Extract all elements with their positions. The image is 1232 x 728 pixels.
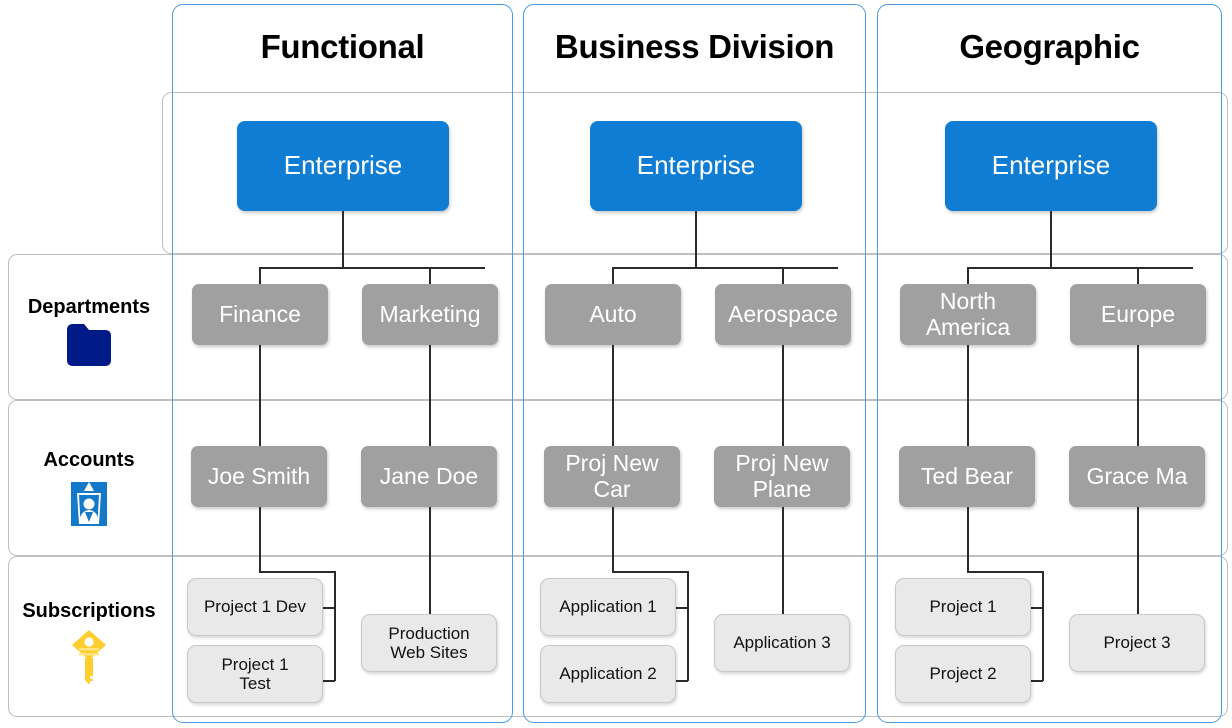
node-account-ted-bear[interactable]: Ted Bear xyxy=(899,446,1035,507)
column-title-functional: Functional xyxy=(260,28,425,65)
node-department-aerospace[interactable]: Aerospace xyxy=(715,284,851,345)
node-enterprise-business-division[interactable]: Enterprise xyxy=(590,121,802,211)
connector-ted-bus xyxy=(1042,571,1044,681)
tier-label-subscriptions: Subscriptions xyxy=(22,600,156,622)
connector-ent-down-c2 xyxy=(1050,211,1052,268)
connector-dept-drop-auto xyxy=(612,267,614,285)
connector-plane-to-app3 xyxy=(782,507,784,615)
connector-stub-p1dev xyxy=(322,607,335,609)
folder-icon xyxy=(8,322,170,370)
node-label: Application 2 xyxy=(559,664,657,684)
connector-ent-bus-c1 xyxy=(612,267,838,269)
connector-ent-down-c1 xyxy=(695,211,697,268)
node-label: Ted Bear xyxy=(920,462,1014,489)
node-label: Marketing xyxy=(379,300,481,327)
node-account-joe-smith[interactable]: Joe Smith xyxy=(191,446,327,507)
node-label: Auto xyxy=(589,300,637,327)
connector-joe-down xyxy=(259,507,261,572)
connector-dept-drop-north-america xyxy=(967,267,969,285)
node-department-europe[interactable]: Europe xyxy=(1070,284,1206,345)
connector-dept-drop-finance xyxy=(259,267,261,285)
key-icon xyxy=(8,628,170,686)
column-title-geographic: Geographic xyxy=(959,28,1140,65)
node-label: Project 1 Dev xyxy=(203,597,307,617)
node-department-north-america[interactable]: North America xyxy=(900,284,1036,345)
node-label: Jane Doe xyxy=(379,462,479,489)
connector-grace-to-project3 xyxy=(1137,507,1139,615)
node-subscription-production-web-sites[interactable]: Production Web Sites xyxy=(361,614,497,672)
node-subscription-project-1-dev[interactable]: Project 1 Dev xyxy=(187,578,323,636)
node-subscription-project-1[interactable]: Project 1 xyxy=(895,578,1031,636)
node-subscription-application-3[interactable]: Application 3 xyxy=(714,614,850,672)
connector-stub-app2 xyxy=(675,680,688,682)
connector-stub-p1test xyxy=(322,680,335,682)
connector-ent-bus-c0 xyxy=(259,267,485,269)
node-label: North America xyxy=(925,287,1011,340)
connector-auto-to-projnewcar xyxy=(612,345,614,447)
node-enterprise-functional[interactable]: Enterprise xyxy=(237,121,449,211)
connector-jane-to-prod xyxy=(429,507,431,615)
node-subscription-project-3[interactable]: Project 3 xyxy=(1069,614,1205,672)
node-label: Project 3 xyxy=(1103,633,1171,653)
node-label: Project 1 xyxy=(929,597,997,617)
node-account-proj-new-plane[interactable]: Proj New Plane xyxy=(714,446,850,507)
connector-ted-across xyxy=(967,571,1043,573)
connector-car-down xyxy=(612,507,614,572)
node-label: Project 1 Test xyxy=(221,654,289,693)
node-department-auto[interactable]: Auto xyxy=(545,284,681,345)
node-account-jane-doe[interactable]: Jane Doe xyxy=(361,446,497,507)
connector-stub-project2 xyxy=(1030,680,1043,682)
tier-label-accounts: Accounts xyxy=(43,449,135,471)
connector-ent-down-c0 xyxy=(342,211,344,268)
id-badge-icon xyxy=(8,480,170,528)
connector-ted-down xyxy=(967,507,969,572)
connector-car-across xyxy=(612,571,688,573)
connector-joe-across xyxy=(259,571,335,573)
node-label: Joe Smith xyxy=(207,462,311,489)
node-subscription-project-1-test[interactable]: Project 1 Test xyxy=(187,645,323,703)
node-label: Europe xyxy=(1100,300,1176,327)
connector-stub-project1 xyxy=(1030,607,1043,609)
connector-dept-drop-aerospace xyxy=(782,267,784,285)
column-title-business-division: Business Division xyxy=(554,28,835,65)
connector-na-to-ted xyxy=(967,345,969,447)
connector-car-bus xyxy=(687,571,689,681)
node-account-grace-ma[interactable]: Grace Ma xyxy=(1069,446,1205,507)
tier-label-departments: Departments xyxy=(27,296,151,318)
node-subscription-application-2[interactable]: Application 2 xyxy=(540,645,676,703)
node-subscription-project-2[interactable]: Project 2 xyxy=(895,645,1031,703)
node-label: Project 2 xyxy=(929,664,997,684)
connector-ent-bus-c2 xyxy=(967,267,1193,269)
node-account-proj-new-car[interactable]: Proj New Car xyxy=(544,446,680,507)
node-label: Finance xyxy=(219,300,301,327)
node-enterprise-geographic[interactable]: Enterprise xyxy=(945,121,1157,211)
connector-dept-drop-marketing xyxy=(429,267,431,285)
connector-dept-drop-europe xyxy=(1137,267,1139,285)
org-structure-diagram: Functional Business Division Geographic … xyxy=(0,0,1232,728)
node-department-finance[interactable]: Finance xyxy=(192,284,328,345)
node-label: Proj New Car xyxy=(565,449,659,502)
node-label: Aerospace xyxy=(728,300,838,327)
connector-joe-bus xyxy=(334,571,336,681)
node-label: Application 1 xyxy=(559,597,657,617)
connector-finance-to-joe xyxy=(259,345,261,447)
node-label: Application 3 xyxy=(733,633,831,653)
node-label: Production Web Sites xyxy=(388,623,470,662)
node-department-marketing[interactable]: Marketing xyxy=(362,284,498,345)
node-subscription-application-1[interactable]: Application 1 xyxy=(540,578,676,636)
connector-marketing-to-jane xyxy=(429,345,431,447)
node-label: Grace Ma xyxy=(1086,462,1188,489)
connector-europe-to-grace xyxy=(1137,345,1139,447)
connector-stub-app1 xyxy=(675,607,688,609)
connector-aerospace-to-projnewplane xyxy=(782,345,784,447)
node-label: Proj New Plane xyxy=(735,449,829,502)
